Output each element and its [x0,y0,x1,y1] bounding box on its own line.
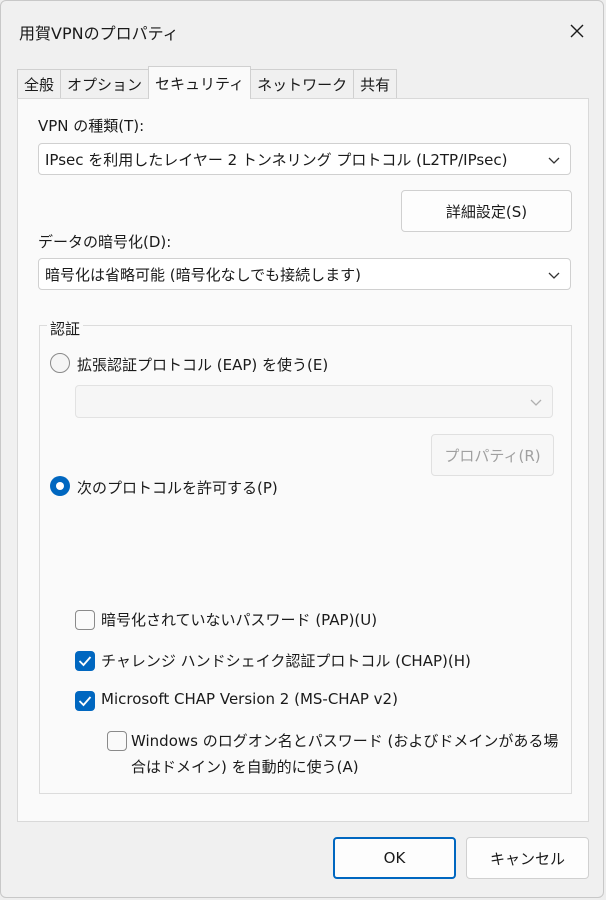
close-icon [570,24,584,38]
tab-strip: 全般 オプション セキュリティ ネットワーク 共有 [17,66,398,99]
allow-protocols-radio[interactable] [50,476,70,496]
eap-properties-button[interactable]: プロパティ(R) [431,434,554,476]
allow-protocols-label[interactable]: 次のプロトコルを許可する(P) [77,477,278,498]
pap-checkbox[interactable] [75,610,95,630]
tab-options[interactable]: オプション [60,69,150,99]
mschapv2-label[interactable]: Microsoft CHAP Version 2 (MS-CHAP v2) [101,690,398,708]
windows-logon-label-line1[interactable]: Windows のログオン名とパスワード (およびドメインがある場 [131,730,558,751]
security-panel: VPN の種類(T): IPsec を利用したレイヤー 2 トンネリング プロト… [17,98,589,822]
chevron-down-icon [548,157,560,164]
pap-label[interactable]: 暗号化されていないパスワード (PAP)(U) [101,609,377,630]
tab-security[interactable]: セキュリティ [148,66,252,99]
chevron-down-icon [530,399,542,406]
encryption-label: データの暗号化(D): [38,233,172,251]
vpn-type-select[interactable]: IPsec を利用したレイヤー 2 トンネリング プロトコル (L2TP/IPs… [38,143,571,175]
eap-radio-label[interactable]: 拡張認証プロトコル (EAP) を使う(E) [77,354,328,375]
title-bar: 用賀VPNのプロパティ [1,1,603,63]
close-button[interactable] [559,13,595,49]
chap-label[interactable]: チャレンジ ハンドシェイク認証プロトコル (CHAP)(H) [101,650,471,671]
eap-radio[interactable] [50,353,70,373]
checkmark-icon [78,656,92,667]
tab-general[interactable]: 全般 [17,69,62,99]
window-title: 用賀VPNのプロパティ [19,24,179,43]
chap-checkbox[interactable] [75,651,95,671]
auth-group-title: 認証 [47,318,84,339]
properties-dialog: 用賀VPNのプロパティ 全般 オプション セキュリティ ネットワーク 共有 VP… [0,0,604,898]
tab-networking[interactable]: ネットワーク [250,69,355,99]
ok-button[interactable]: OK [333,837,456,879]
encryption-select[interactable]: 暗号化は省略可能 (暗号化なしでも接続します) [38,258,571,290]
vpn-type-value: IPsec を利用したレイヤー 2 トンネリング プロトコル (L2TP/IPs… [45,150,508,169]
windows-logon-label-line2[interactable]: 合はドメイン) を自動的に使う(A) [131,756,359,777]
encryption-value: 暗号化は省略可能 (暗号化なしでも接続します) [45,265,362,284]
eap-method-select[interactable] [75,385,553,418]
cancel-button[interactable]: キャンセル [466,837,589,879]
checkmark-icon [78,696,92,707]
vpn-type-label: VPN の種類(T): [38,117,145,135]
chevron-down-icon [548,272,560,279]
advanced-settings-button[interactable]: 詳細設定(S) [401,190,572,232]
mschapv2-checkbox[interactable] [75,691,95,711]
tab-sharing[interactable]: 共有 [353,69,398,99]
windows-logon-checkbox[interactable] [107,731,127,751]
